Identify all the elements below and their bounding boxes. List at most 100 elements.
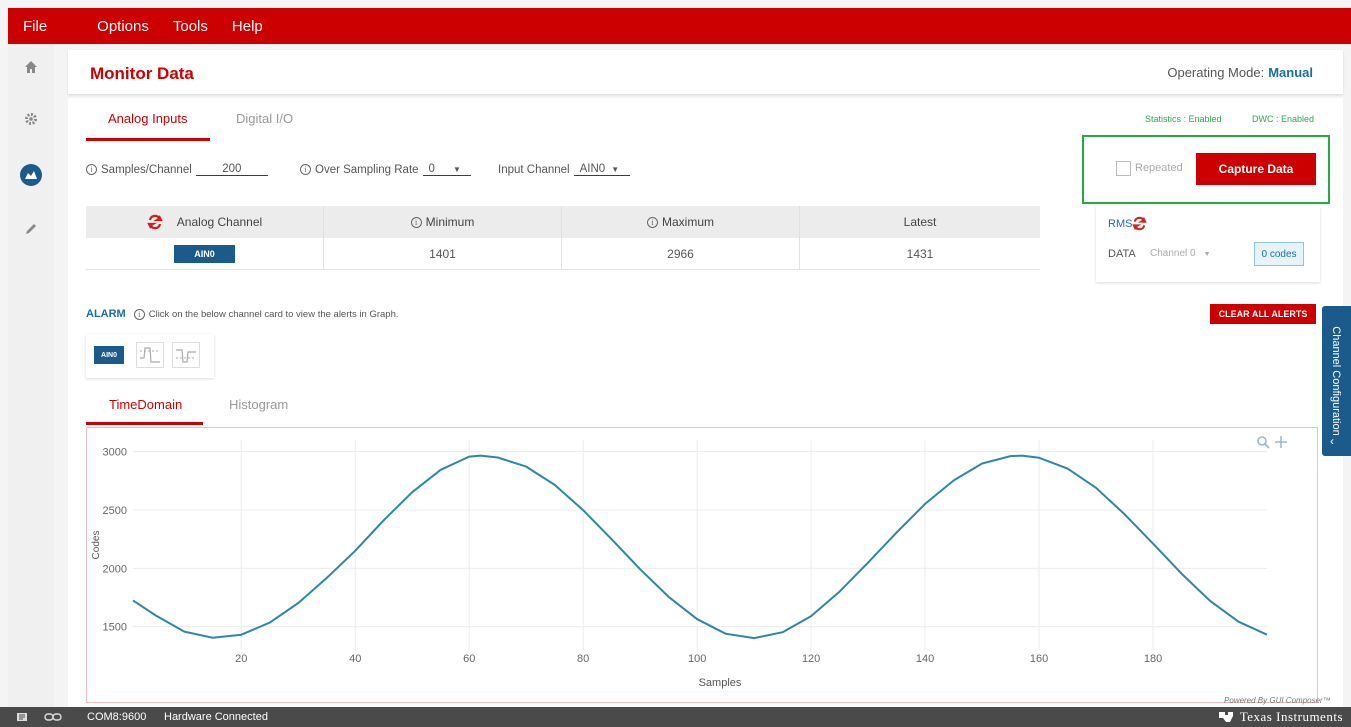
info-icon: i <box>410 216 422 228</box>
menu-tools[interactable]: Tools <box>161 18 220 35</box>
powered-by: Powered By GUI Composer™ <box>1224 696 1331 705</box>
rms-codes-value: 0 codes <box>1254 242 1304 266</box>
header-label: Minimum <box>425 215 475 229</box>
zoom-icon <box>1257 436 1270 449</box>
samples-control: i Samples/Channel 200 <box>86 163 268 176</box>
alarm-title: ALARM <box>86 308 126 320</box>
left-nav <box>8 44 54 707</box>
repeated-label: Repeated <box>1135 162 1183 174</box>
home-icon[interactable] <box>8 52 54 82</box>
repeated-checkbox[interactable] <box>1116 161 1131 176</box>
pencil-icon[interactable] <box>8 214 54 244</box>
pan-icon <box>1275 436 1287 448</box>
rms-title: RMS <box>1108 218 1133 230</box>
series-line <box>132 454 1268 640</box>
y-tick-label: 1500 <box>103 622 127 634</box>
osr-control: i Over Sampling Rate 0 ▼ <box>300 163 471 176</box>
alarm-channel-card[interactable]: AIN0 <box>86 334 214 378</box>
tab-underline <box>86 138 210 141</box>
gear-icon[interactable] <box>8 104 54 134</box>
input-channel-select[interactable]: AIN0 ▼ <box>573 163 630 176</box>
info-icon: i <box>300 164 311 175</box>
table-row: AIN0 1401 2966 1431 <box>86 238 1040 270</box>
high-alert-icon <box>136 342 164 368</box>
clear-all-alerts-button[interactable]: CLEAR ALL ALERTS <box>1210 304 1316 324</box>
x-tick-label: 100 <box>688 653 706 665</box>
status-bar: COM8:9600 Hardware Connected Texas Instr… <box>0 707 1351 727</box>
rms-channel-value: Channel 0 <box>1150 248 1196 259</box>
ti-logo-icon <box>1218 712 1233 722</box>
input-channel-value: AIN0 <box>579 163 606 175</box>
x-tick-label: 80 <box>577 653 589 665</box>
dropdown-arrow-icon: ▼ <box>1203 251 1211 258</box>
tab-underline <box>86 422 203 425</box>
menu-options[interactable]: Options <box>85 18 161 35</box>
tab-digital-io[interactable]: Digital I/O <box>236 111 293 126</box>
dropdown-arrow-icon: ▼ <box>452 165 461 174</box>
channel-chip[interactable]: AIN0 <box>174 244 235 263</box>
dwc-status: DWC : Enabled <box>1252 114 1315 124</box>
com-port: COM8:9600 <box>87 711 147 723</box>
operating-mode-value: Manual <box>1268 65 1313 80</box>
osr-value: 0 <box>428 163 435 175</box>
notes-icon[interactable] <box>16 711 28 723</box>
statistics-status: Statistics : Enabled <box>1145 114 1222 124</box>
capture-data-button[interactable]: Capture Data <box>1196 153 1316 185</box>
minimum-cell: 1401 <box>324 238 562 269</box>
osr-select[interactable]: 0 ▼ <box>422 163 471 176</box>
y-tick-label: 2000 <box>103 563 127 575</box>
channel-configuration-tab[interactable]: Channel Configuration ‹ <box>1322 306 1351 456</box>
alarm-channel-chip: AIN0 <box>94 346 124 364</box>
connection-status: Hardware Connected <box>164 711 268 723</box>
tab-analog-inputs[interactable]: Analog Inputs <box>108 111 188 126</box>
header-card: Monitor Data Operating Mode: Manual <box>68 50 1343 94</box>
header-label: Maximum <box>661 215 714 229</box>
info-icon: i <box>646 216 658 228</box>
tab-histogram[interactable]: Histogram <box>229 397 288 412</box>
y-tick-label: 2500 <box>103 505 127 517</box>
menu-bar: File Options Tools Help <box>8 8 1351 44</box>
operating-mode-label: Operating Mode: <box>1167 65 1265 80</box>
x-tick-label: 20 <box>235 653 247 665</box>
samples-input[interactable]: 200 <box>195 163 268 176</box>
header-label: Analog Channel <box>176 215 263 229</box>
samples-label: Samples/Channel <box>101 163 192 176</box>
low-alert-icon <box>172 342 200 368</box>
menu-help[interactable]: Help <box>220 18 275 35</box>
x-tick-label: 160 <box>1030 653 1048 665</box>
tab-time-domain[interactable]: TimeDomain <box>109 397 182 412</box>
input-channel-control: Input Channel AIN0 ▼ <box>498 163 630 176</box>
channel-table: Analog Channel i Minimum i Maximum Latest … <box>86 206 1040 270</box>
link-icon[interactable] <box>44 711 62 723</box>
x-tick-label: 120 <box>802 653 820 665</box>
latest-cell: 1431 <box>906 246 934 261</box>
header-minimum: i Minimum <box>324 206 562 238</box>
y-axis-label: Codes <box>91 531 102 560</box>
maximum-cell: 2966 <box>562 238 800 269</box>
x-tick-label: 40 <box>349 653 361 665</box>
ti-logo: Texas Instruments <box>1218 709 1343 725</box>
brand-name: Texas Instruments <box>1239 709 1343 724</box>
time-domain-chart[interactable]: 1500 2000 2500 3000 20 40 60 80 100 120 140 160 180 S… <box>87 428 1317 702</box>
x-tick-label: 60 <box>463 653 475 665</box>
x-tick-label: 180 <box>1144 653 1162 665</box>
refresh-icon[interactable] <box>147 214 163 230</box>
header-latest: Latest <box>903 215 937 229</box>
x-tick-label: 140 <box>916 653 934 665</box>
header-maximum: i Maximum <box>562 206 800 238</box>
monitor-chart-icon[interactable] <box>8 160 54 190</box>
refresh-icon[interactable] <box>1132 216 1147 231</box>
info-icon: i <box>86 164 97 175</box>
rms-channel-select[interactable]: Channel 0 ▼ <box>1150 248 1211 259</box>
dropdown-arrow-icon: ▼ <box>611 165 620 174</box>
rms-card: RMS DATA Channel 0 ▼ 0 codes <box>1096 206 1320 282</box>
table-header: Analog Channel i Minimum i Maximum Latest <box>86 206 1040 238</box>
channel-configuration-label: Channel Configuration <box>1330 326 1342 436</box>
menu-file[interactable]: File <box>8 18 85 35</box>
osr-label: Over Sampling Rate <box>315 163 419 176</box>
channel-cell: AIN0 <box>86 238 324 269</box>
page-title: Monitor Data <box>90 64 194 83</box>
y-tick-label: 3000 <box>103 447 127 459</box>
alarm-line: ALARM i Click on the below channel card … <box>86 308 399 320</box>
input-channel-label: Input Channel <box>498 163 570 176</box>
